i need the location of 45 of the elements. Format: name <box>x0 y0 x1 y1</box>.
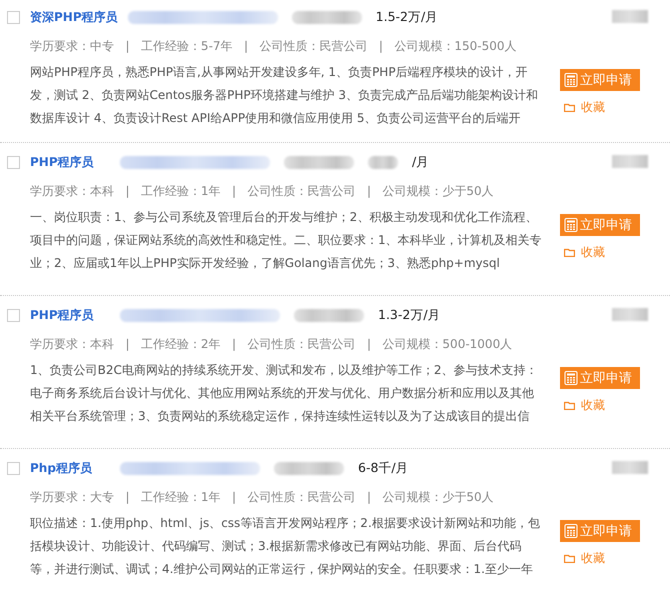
job-requirements: 学历要求：中专 | 工作经验：5-7年 | 公司性质：民营公司 | 公司规模：150-500人 <box>30 38 518 55</box>
calculator-icon <box>564 371 578 385</box>
save-link[interactable]: 收藏 <box>564 397 605 414</box>
blurred-text <box>294 308 364 322</box>
folder-icon <box>564 401 575 410</box>
salary: 1.3-2万/月 <box>378 306 441 324</box>
blurred-text <box>612 308 648 321</box>
blurred-text <box>274 462 344 474</box>
apply-button[interactable]: 立即申请 <box>560 520 640 542</box>
apply-button[interactable]: 立即申请 <box>560 214 640 236</box>
calculator-icon <box>564 218 578 232</box>
apply-button[interactable]: 立即申请 <box>560 69 640 91</box>
blurred-text <box>612 461 648 474</box>
blurred-text <box>284 156 354 168</box>
job-requirements: 学历要求：大专 | 工作经验：1年 | 公司性质：民营公司 | 公司规模：少于50人 <box>30 489 495 506</box>
calculator-icon <box>564 524 578 538</box>
folder-icon <box>564 103 575 112</box>
blurred-text <box>292 10 362 24</box>
checkbox[interactable] <box>7 156 20 168</box>
apply-button[interactable]: 立即申请 <box>560 367 640 389</box>
blurred-text <box>612 10 648 23</box>
salary: 6-8千/月 <box>358 460 409 476</box>
folder-icon <box>564 248 575 257</box>
blurred-text <box>368 156 398 168</box>
job-title[interactable]: 资深PHP程序员 <box>30 8 118 26</box>
job-description: 职位描述：1.使用php、html、js、css等语言开发网站程序；2.根据要求设计新网站和功能，包括模块设计、功能设计、代码编写、测试；3.根据新需求修改已有网站功能、界面、后台代码等，并进行测试、调试；4.维护公司网站的正常运行，保护网站的安全。任职要求：1.至少一年 <box>30 515 541 578</box>
save-link[interactable]: 收藏 <box>564 99 605 116</box>
blurred-text <box>612 155 648 168</box>
calculator-icon <box>564 73 578 87</box>
job-description: 网站PHP程序员，熟悉PHP语言,从事网站开发建设多年, 1、负责PHP后端程序模块的设计，开发，测试 2、负责网站Centos服务器PHP环境搭建与维护 3、负责完成产品后端功能架构设计和数据库设计 4、负责设计Rest API给APP使用和微信应用使用 5、负责公司运营平台的后端开 <box>30 64 540 127</box>
checkbox[interactable] <box>7 308 20 322</box>
job-requirements: 学历要求：本科 | 工作经验：2年 | 公司性质：民营公司 | 公司规模：500-1000人 <box>30 336 514 353</box>
job-title[interactable]: PHP程序员 <box>30 306 110 324</box>
salary: /月 <box>412 154 430 170</box>
save-link[interactable]: 收藏 <box>564 550 605 567</box>
job-requirements: 学历要求：本科 | 工作经验：1年 | 公司性质：民营公司 | 公司规模：少于50人 <box>30 183 495 200</box>
job-title[interactable]: PHP程序员 <box>30 154 110 170</box>
checkbox[interactable] <box>7 10 20 24</box>
job-description: 1、负责公司B2C电商网站的持续系统开发、测试和发布，以及维护等工作；2、参与技术支持：电子商务系统后台设计与优化、其他应用网站系统的开发与优化、用户数据分析和应用以及其他相关平台系统管理；3、负责网站的系统稳定运作，保持连续性运转以及为了达成该目的提出信 <box>30 362 539 425</box>
job-title[interactable]: Php程序员 <box>30 460 110 476</box>
checkbox[interactable] <box>7 462 20 474</box>
salary: 1.5-2万/月 <box>376 8 438 26</box>
folder-icon <box>564 554 575 563</box>
save-link[interactable]: 收藏 <box>564 244 605 261</box>
job-description: 一、岗位职责：1、参与公司系统及管理后台的开发与维护；2、积极主动发现和优化工作流程、项目中的问题，保证网站系统的高效性和稳定性。二、职位要求：1、本科毕业，计算机及相关专业；2、应届或1年以上PHP实际开发经验，了解Golang语言优先；3、熟悉php+mysql <box>30 209 543 272</box>
